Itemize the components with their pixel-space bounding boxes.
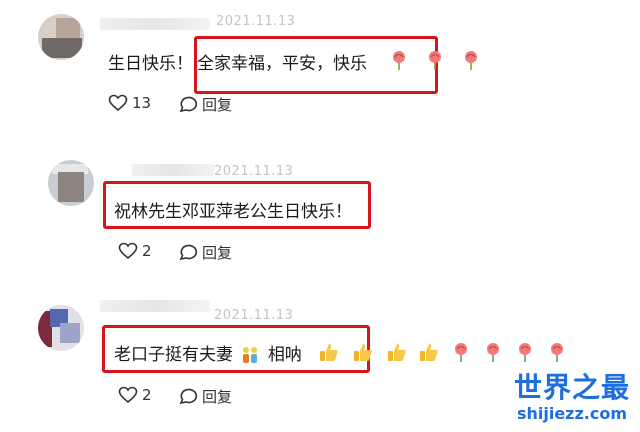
reply-bubble-icon — [179, 244, 198, 260]
reply-label: 回复 — [202, 388, 233, 406]
username-blurred — [100, 300, 210, 312]
reply-label: 回复 — [202, 244, 233, 262]
thumbs-up-icon — [320, 344, 338, 361]
like-button[interactable]: 13 — [108, 94, 151, 112]
comment-text-prefix: 生日快乐！ — [108, 54, 193, 74]
username-blurred — [100, 18, 210, 30]
rose-icon — [455, 343, 467, 362]
like-count: 13 — [132, 94, 152, 112]
like-count: 2 — [142, 242, 152, 260]
watermark: 世界之最 shijiezz.com — [514, 372, 630, 424]
emoji-row — [388, 49, 488, 71]
highlight-box — [103, 181, 371, 229]
thumbs-up-icon — [420, 344, 438, 361]
emoji-row — [318, 341, 574, 363]
reply-label: 回复 — [202, 96, 233, 114]
username-blurred — [132, 164, 214, 176]
heart-icon — [108, 94, 128, 112]
heart-icon — [118, 386, 138, 404]
comment-date: 2021.11.13 — [216, 14, 296, 29]
rose-icon — [393, 51, 405, 70]
rose-icon — [429, 51, 441, 70]
rose-icon — [551, 343, 563, 362]
thumbs-up-icon — [388, 344, 406, 361]
avatar[interactable] — [48, 160, 94, 206]
reply-button[interactable]: 回复 — [178, 386, 232, 407]
like-count: 2 — [142, 386, 152, 404]
like-button[interactable]: 2 — [118, 242, 152, 260]
comment-date: 2021.11.13 — [214, 308, 294, 323]
reply-button[interactable]: 回复 — [178, 94, 232, 115]
reply-button[interactable]: 回复 — [178, 242, 232, 263]
avatar[interactable] — [38, 14, 84, 60]
rose-icon — [487, 343, 499, 362]
watermark-url: shijiezz.com — [516, 404, 628, 423]
heart-icon — [118, 242, 138, 260]
like-button[interactable]: 2 — [118, 386, 152, 404]
rose-icon — [465, 51, 477, 70]
reply-bubble-icon — [179, 388, 198, 404]
reply-bubble-icon — [179, 96, 198, 112]
watermark-title: 世界之最 — [513, 371, 630, 404]
rose-icon — [519, 343, 531, 362]
comment-date: 2021.11.13 — [214, 164, 294, 179]
avatar[interactable] — [38, 305, 84, 351]
thumbs-up-icon — [354, 344, 372, 361]
